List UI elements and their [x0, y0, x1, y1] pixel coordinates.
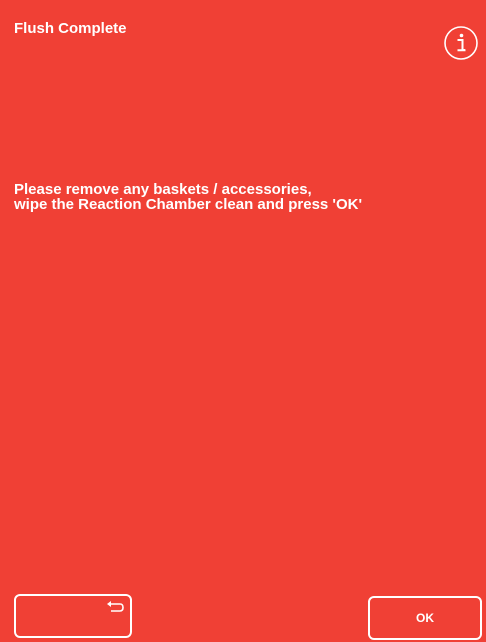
- back-button[interactable]: [14, 594, 132, 638]
- instruction-line-1: Please remove any baskets / accessories,: [14, 181, 312, 198]
- page-title: Flush Complete: [14, 20, 127, 37]
- info-icon[interactable]: [443, 25, 479, 61]
- flush-complete-screen: Flush Complete Please remove any baskets…: [0, 0, 486, 642]
- return-arrow-icon: [107, 601, 124, 612]
- instruction-line-2: wipe the Reaction Chamber clean and pres…: [14, 196, 363, 213]
- ok-button[interactable]: OK: [368, 596, 482, 640]
- instruction-message: Please remove any baskets / accessories,…: [14, 182, 362, 212]
